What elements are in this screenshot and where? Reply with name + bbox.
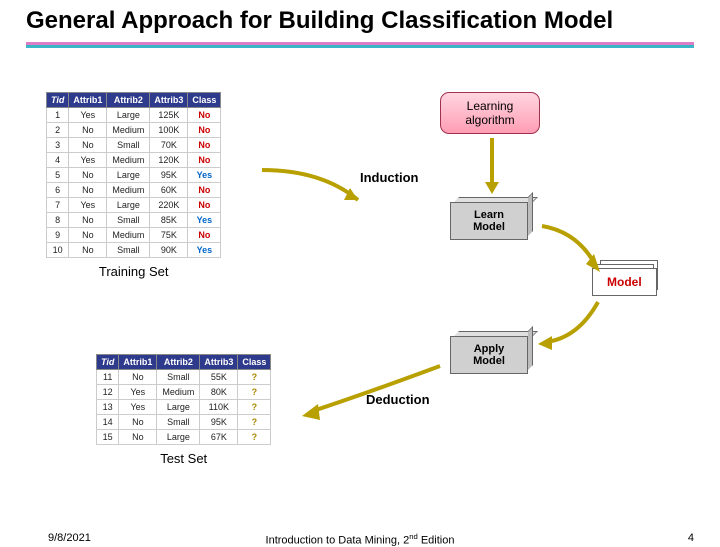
training-table: TidAttrib1Attrib2Attrib3Class 1YesLarge1… [46, 92, 221, 258]
col-header: Class [238, 355, 271, 370]
learn-model-box: Learn Model [450, 202, 528, 240]
test-table-wrap: TidAttrib1Attrib2Attrib3Class 11NoSmall5… [96, 354, 271, 466]
table-row: 9NoMedium75KNo [47, 228, 221, 243]
table-row: 4YesMedium120KNo [47, 153, 221, 168]
training-table-wrap: TidAttrib1Attrib2Attrib3Class 1YesLarge1… [46, 92, 221, 279]
table-row: 7YesLarge220KNo [47, 198, 221, 213]
col-header: Class [188, 93, 221, 108]
table-row: 1YesLarge125KNo [47, 108, 221, 123]
col-header: Tid [97, 355, 119, 370]
arrow-model-to-apply [538, 298, 618, 356]
apply-model-label: Apply Model [473, 343, 505, 367]
footer-date: 9/8/2021 [48, 532, 91, 544]
col-header: Attrib3 [200, 355, 238, 370]
table-row: 14NoSmall95K? [97, 415, 271, 430]
col-header: Attrib2 [107, 93, 150, 108]
table-row: 13YesLarge110K? [97, 400, 271, 415]
table-row: 2NoMedium100KNo [47, 123, 221, 138]
footer-page: 4 [688, 532, 694, 544]
learning-algorithm-label: Learning algorithm [465, 99, 514, 127]
table-row: 5NoLarge95KYes [47, 168, 221, 183]
col-header: Tid [47, 93, 69, 108]
arrow-algorithm-to-learn [480, 134, 510, 204]
training-caption: Training Set [46, 264, 221, 279]
test-table: TidAttrib1Attrib2Attrib3Class 11NoSmall5… [96, 354, 271, 445]
arrow-training-to-induction [258, 150, 388, 220]
test-caption: Test Set [96, 451, 271, 466]
table-row: 10NoSmall90KYes [47, 243, 221, 258]
col-header: Attrib1 [69, 93, 107, 108]
col-header: Attrib1 [119, 355, 157, 370]
table-row: 11NoSmall55K? [97, 370, 271, 385]
table-row: 3NoSmall70KNo [47, 138, 221, 153]
footer-title: Introduction to Data Mining, 2nd Edition [266, 532, 455, 547]
learning-algorithm-box: Learning algorithm [440, 92, 540, 134]
table-row: 6NoMedium60KNo [47, 183, 221, 198]
apply-model-box: Apply Model [450, 336, 528, 374]
arrow-apply-to-deduction [300, 362, 450, 432]
col-header: Attrib3 [150, 93, 188, 108]
table-row: 8NoSmall85KYes [47, 213, 221, 228]
learn-model-label: Learn Model [473, 209, 505, 233]
arrow-learn-to-model [538, 222, 618, 282]
slide-title: General Approach for Building Classifica… [0, 0, 720, 40]
rule-blue [26, 45, 694, 48]
table-row: 15NoLarge67K? [97, 430, 271, 445]
table-row: 12YesMedium80K? [97, 385, 271, 400]
col-header: Attrib2 [157, 355, 200, 370]
